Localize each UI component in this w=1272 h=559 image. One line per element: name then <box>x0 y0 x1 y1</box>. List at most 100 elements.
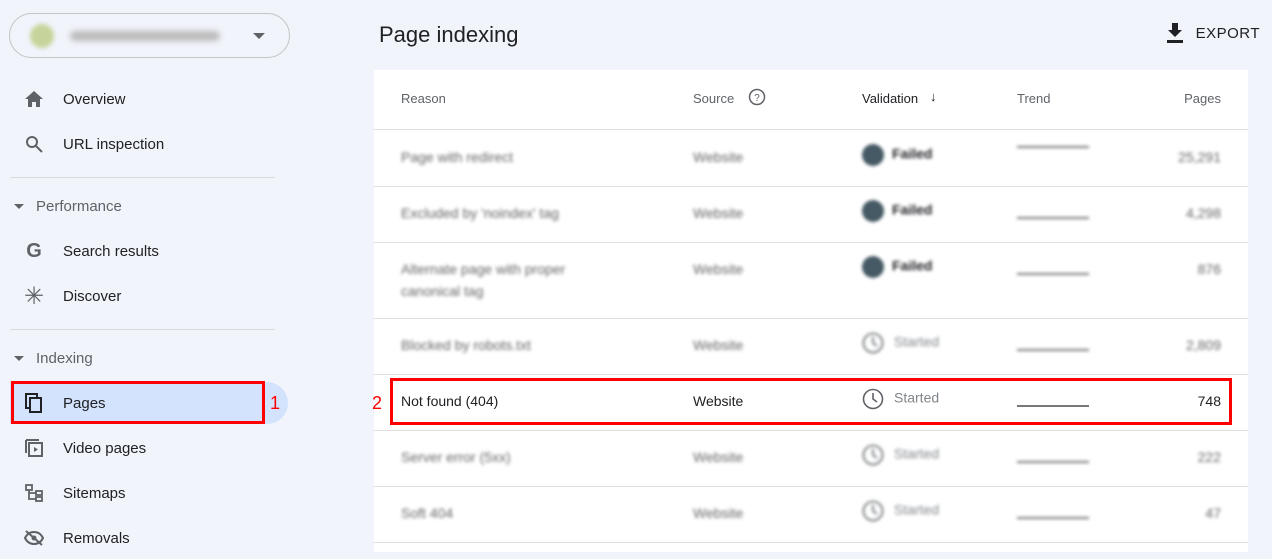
trend-sparkline <box>1017 349 1089 351</box>
reason-cell: Server error (5xx) <box>401 449 511 465</box>
search-icon <box>23 133 45 155</box>
pages-cell: 47 <box>1205 505 1221 521</box>
validation-cell: Started <box>862 500 939 522</box>
annotation-number-2: 2 <box>372 393 383 413</box>
validation-cell: Failed <box>862 200 932 222</box>
validation-status: Started <box>894 333 940 350</box>
validation-cell: Failed <box>862 256 932 278</box>
export-label: EXPORT <box>1195 24 1260 42</box>
validation-status: Failed <box>892 201 933 218</box>
asterisk-icon: ✳ <box>23 282 45 310</box>
dropdown-caret-icon <box>253 33 265 39</box>
reason-cell: Page with redirect <box>401 149 514 165</box>
sidebar-item-search-results[interactable]: G Search results <box>0 230 290 272</box>
validation-cell: Started <box>862 444 939 466</box>
failed-icon <box>862 144 884 166</box>
validation-status: Started <box>894 501 940 518</box>
collapse-caret-icon <box>14 356 24 361</box>
sidebar-item-sitemaps[interactable]: Sitemaps <box>0 472 290 514</box>
sort-down-arrow-icon[interactable]: ↓ <box>930 89 937 104</box>
trend-sparkline <box>1017 461 1089 463</box>
table-header: Reason Source ? Validation ↓ Trend Pages <box>374 70 1248 130</box>
pages-cell: 2,809 <box>1185 337 1221 353</box>
failed-icon <box>862 256 884 278</box>
page-title: Page indexing <box>379 22 519 47</box>
source-cell: Website <box>693 205 744 221</box>
column-reason[interactable]: Reason <box>401 91 446 106</box>
sidebar-item-label: Video pages <box>63 439 147 457</box>
column-validation[interactable]: Validation <box>862 91 918 106</box>
reason-cell: Soft 404 <box>401 505 454 521</box>
property-url <box>70 30 220 41</box>
annotation-box-2 <box>390 378 1232 425</box>
trend-sparkline <box>1017 217 1089 219</box>
clock-icon <box>862 500 884 522</box>
source-cell: Website <box>693 261 744 277</box>
reason-cell: Alternate page with proper canonical tag <box>401 261 566 299</box>
section-label: Performance <box>36 198 122 215</box>
section-performance[interactable]: Performance <box>14 198 122 215</box>
validation-status: Failed <box>892 145 933 162</box>
trend-sparkline <box>1017 146 1089 148</box>
sidebar: Overview URL inspection Performance G Sea… <box>0 0 300 552</box>
clock-icon <box>862 332 884 354</box>
column-trend: Trend <box>1017 91 1051 106</box>
export-button[interactable]: EXPORT <box>1166 23 1260 43</box>
table-row[interactable]: Page with redirect Website Failed 25,291 <box>374 131 1248 187</box>
help-icon[interactable]: ? <box>748 88 766 109</box>
reason-cell: Blocked by robots.txt <box>401 337 531 353</box>
source-cell: Website <box>693 149 744 165</box>
sidebar-item-label: Overview <box>63 90 126 108</box>
sidebar-item-overview[interactable]: Overview <box>0 78 290 120</box>
property-favicon <box>30 23 54 48</box>
sidebar-item-removals[interactable]: Removals <box>0 517 290 559</box>
table-row[interactable]: Server error (5xx) Website Started 222 <box>374 431 1248 487</box>
annotation-number-1: 1 <box>270 393 281 413</box>
table-row[interactable]: Alternate page with proper canonical tag… <box>374 243 1248 319</box>
sidebar-item-discover[interactable]: ✳ Discover <box>0 275 290 317</box>
validation-status: Failed <box>892 257 933 274</box>
validation-cell: Failed <box>862 144 932 166</box>
table-row[interactable]: Excluded by 'noindex' tag Website Failed… <box>374 187 1248 243</box>
divider <box>10 177 275 178</box>
collapse-caret-icon <box>14 204 24 209</box>
validation-status: Started <box>894 445 940 462</box>
clock-icon <box>862 444 884 466</box>
sidebar-item-label: Removals <box>63 529 130 547</box>
indexing-table: Reason Source ? Validation ↓ Trend Pages… <box>374 70 1248 552</box>
section-indexing[interactable]: Indexing <box>14 350 93 367</box>
sidebar-item-url-inspection[interactable]: URL inspection <box>0 123 290 165</box>
sidebar-item-label: Discover <box>63 287 122 305</box>
sidebar-item-label: Search results <box>63 242 159 260</box>
pages-cell: 25,291 <box>1178 149 1221 165</box>
pages-cell: 876 <box>1197 261 1221 277</box>
video-pages-icon <box>23 437 45 459</box>
google-g-icon: G <box>26 239 42 262</box>
reason-cell: Excluded by 'noindex' tag <box>401 205 559 221</box>
column-source[interactable]: Source <box>693 91 734 106</box>
home-icon <box>23 88 45 110</box>
section-label: Indexing <box>36 350 93 367</box>
table-row[interactable]: Soft 404 Website Started 47 <box>374 487 1248 543</box>
svg-text:?: ? <box>754 93 760 104</box>
sidebar-item-label: URL inspection <box>63 135 165 153</box>
sidebar-item-video-pages[interactable]: Video pages <box>0 427 290 469</box>
validation-cell: Started <box>862 332 939 354</box>
column-pages[interactable]: Pages <box>1184 91 1221 106</box>
trend-sparkline <box>1017 273 1089 275</box>
source-cell: Website <box>693 449 744 465</box>
trend-sparkline <box>1017 517 1089 519</box>
table-row[interactable]: Blocked by robots.txt Website Started 2,… <box>374 319 1248 375</box>
source-cell: Website <box>693 337 744 353</box>
eye-off-icon <box>23 527 45 549</box>
divider <box>10 329 275 330</box>
property-selector[interactable] <box>9 13 290 58</box>
pages-cell: 4,298 <box>1185 205 1221 221</box>
download-icon <box>1166 23 1183 43</box>
source-cell: Website <box>693 505 744 521</box>
sidebar-item-label: Sitemaps <box>63 484 126 502</box>
pages-cell: 222 <box>1197 449 1221 465</box>
annotation-box-1 <box>11 381 265 424</box>
sitemap-icon <box>23 482 45 504</box>
failed-icon <box>862 200 884 222</box>
